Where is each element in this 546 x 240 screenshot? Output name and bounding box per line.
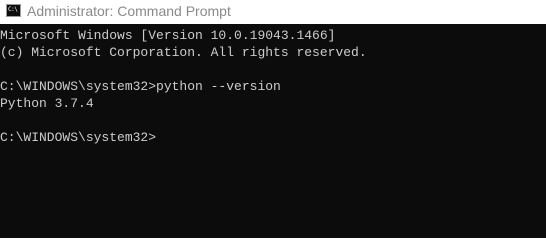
console-output[interactable]: Microsoft Windows [Version 10.0.19043.14… [0, 24, 546, 238]
command-prompt-icon[interactable]: C:\ [6, 4, 21, 17]
window-title: Administrator: Command Prompt [27, 3, 231, 19]
console-line-copyright: (c) Microsoft Corporation. All rights re… [0, 45, 367, 60]
console-line-output: Python 3.7.4 [0, 96, 94, 111]
icon-glyph: C:\ [8, 6, 18, 13]
command-prompt-window: C:\ Administrator: Command Prompt Micros… [0, 0, 546, 238]
console-line-command: C:\WINDOWS\system32>python --version [0, 79, 281, 94]
console-line-version: Microsoft Windows [Version 10.0.19043.14… [0, 28, 336, 43]
console-prompt[interactable]: C:\WINDOWS\system32> [0, 129, 156, 146]
title-bar[interactable]: C:\ Administrator: Command Prompt [0, 0, 546, 24]
